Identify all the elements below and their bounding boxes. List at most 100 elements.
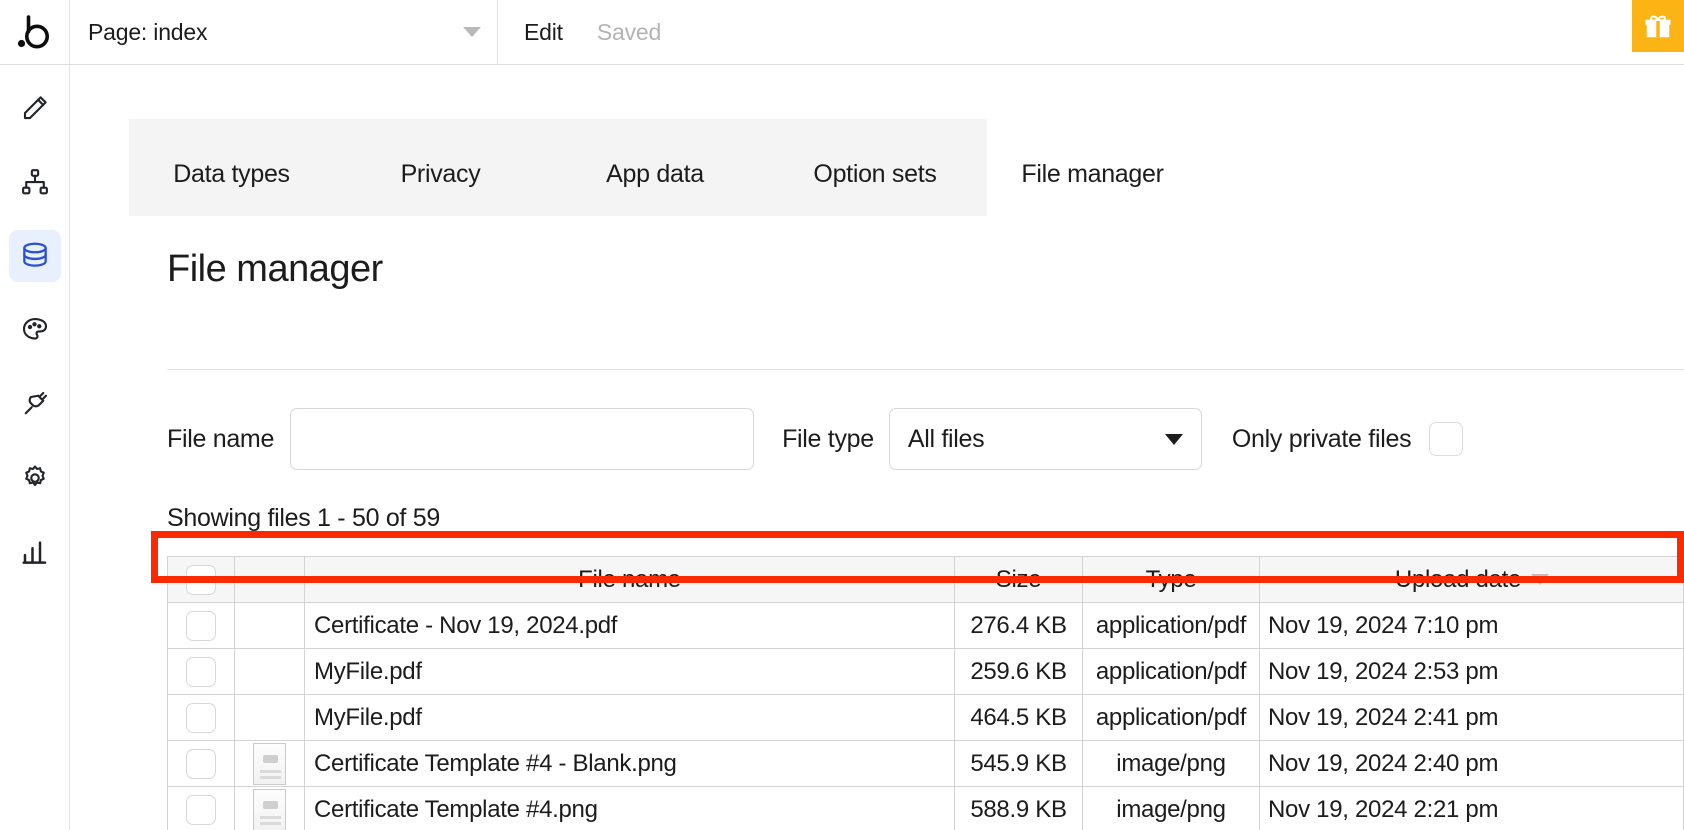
gift-button[interactable] [1632, 0, 1684, 52]
gear-icon [20, 463, 50, 493]
top-bar: Page: index Edit Saved [0, 0, 1684, 65]
title-divider [167, 369, 1684, 370]
topbar-actions: Edit Saved [498, 0, 1684, 64]
row-checkbox[interactable] [186, 749, 216, 779]
row-checkbox[interactable] [186, 657, 216, 687]
sidebar-item-logs[interactable] [9, 526, 61, 578]
row-upload-date: Nov 19, 2024 2:21 pm [1260, 787, 1684, 830]
column-header-upload-date-label: Upload date [1395, 566, 1521, 594]
row-select-cell [168, 787, 235, 830]
content-area: Data types Privacy App data Option sets … [71, 65, 1684, 830]
left-rail [0, 65, 70, 830]
row-thumbnail-cell [235, 603, 305, 648]
sort-descending-icon [1531, 574, 1549, 585]
file-thumbnail-icon [253, 743, 286, 785]
tab-data-types[interactable]: Data types [129, 119, 334, 216]
row-file-name[interactable]: MyFile.pdf [305, 695, 955, 740]
sidebar-item-plugins[interactable] [9, 378, 61, 430]
database-icon [19, 240, 51, 272]
file-table: File name Size Type Upload date Certific… [167, 556, 1684, 830]
row-file-name[interactable]: MyFile.pdf [305, 649, 955, 694]
file-type-select[interactable]: All files [889, 408, 1202, 470]
table-row[interactable]: MyFile.pdf 464.5 KB application/pdf Nov … [168, 695, 1683, 741]
row-size: 259.6 KB [955, 649, 1083, 694]
only-private-files-checkbox[interactable] [1429, 422, 1463, 456]
row-checkbox[interactable] [186, 795, 216, 825]
file-name-input[interactable] [290, 408, 754, 470]
file-name-label: File name [167, 425, 274, 454]
bar-chart-icon [20, 537, 50, 567]
row-checkbox[interactable] [186, 611, 216, 641]
file-thumbnail-icon [253, 789, 286, 830]
row-upload-date: Nov 19, 2024 2:41 pm [1260, 695, 1684, 740]
edit-button[interactable]: Edit [524, 19, 563, 46]
page-title: File manager [167, 248, 383, 291]
table-row[interactable]: Certificate - Nov 19, 2024.pdf 276.4 KB … [168, 603, 1683, 649]
table-header-row: File name Size Type Upload date [168, 557, 1683, 603]
caret-down-icon [1165, 434, 1183, 445]
bubble-logo-icon [15, 12, 55, 52]
chevron-down-icon [463, 27, 481, 37]
tab-app-data[interactable]: App data [547, 119, 763, 216]
row-type: application/pdf [1083, 603, 1260, 648]
tab-privacy[interactable]: Privacy [334, 119, 547, 216]
page-selector[interactable]: Page: index [70, 0, 498, 64]
row-checkbox[interactable] [186, 703, 216, 733]
row-type: image/png [1083, 741, 1260, 786]
row-thumbnail-cell [235, 649, 305, 694]
pencil-icon [20, 93, 50, 123]
plug-icon [20, 389, 50, 419]
select-all-checkbox[interactable] [186, 565, 216, 595]
file-type-label: File type [782, 425, 874, 454]
palette-icon [20, 315, 50, 345]
row-select-cell [168, 649, 235, 694]
table-row[interactable]: Certificate Template #4 - Blank.png 545.… [168, 741, 1683, 787]
sidebar-item-workflow[interactable] [9, 156, 61, 208]
column-header-size[interactable]: Size [955, 557, 1083, 602]
column-header-file-name[interactable]: File name [305, 557, 955, 602]
row-type: application/pdf [1083, 695, 1260, 740]
page-selector-label: Page: index [88, 19, 463, 46]
row-type: image/png [1083, 787, 1260, 830]
row-upload-date: Nov 19, 2024 7:10 pm [1260, 603, 1684, 648]
only-private-files-label: Only private files [1232, 425, 1411, 454]
row-file-name[interactable]: Certificate - Nov 19, 2024.pdf [305, 603, 955, 648]
tabstrip: Data types Privacy App data Option sets … [129, 119, 1684, 216]
row-size: 276.4 KB [955, 603, 1083, 648]
row-thumbnail-cell [235, 787, 305, 830]
results-count-label: Showing files 1 - 50 of 59 [167, 504, 440, 533]
sidebar-item-settings[interactable] [9, 452, 61, 504]
row-size: 545.9 KB [955, 741, 1083, 786]
table-row[interactable]: Certificate Template #4.png 588.9 KB ima… [168, 787, 1683, 830]
row-thumbnail-cell [235, 695, 305, 740]
row-select-cell [168, 741, 235, 786]
row-file-name[interactable]: Certificate Template #4.png [305, 787, 955, 830]
thumbnail-header-cell [235, 557, 305, 602]
row-file-name[interactable]: Certificate Template #4 - Blank.png [305, 741, 955, 786]
filter-bar: File name File type All files Only priva… [167, 406, 1677, 472]
sidebar-item-data[interactable] [9, 230, 61, 282]
file-manager-panel: File manager File name File type All fil… [129, 216, 1684, 830]
gift-icon [1643, 11, 1673, 41]
save-status-label: Saved [597, 19, 661, 46]
sitemap-icon [20, 167, 50, 197]
row-upload-date: Nov 19, 2024 2:53 pm [1260, 649, 1684, 694]
row-select-cell [168, 695, 235, 740]
row-size: 464.5 KB [955, 695, 1083, 740]
sidebar-item-design[interactable] [9, 82, 61, 134]
file-type-value: All files [908, 425, 1165, 454]
row-upload-date: Nov 19, 2024 2:40 pm [1260, 741, 1684, 786]
row-size: 588.9 KB [955, 787, 1083, 830]
app-root: Page: index Edit Saved [0, 0, 1684, 830]
select-all-cell [168, 557, 235, 602]
tab-option-sets[interactable]: Option sets [763, 119, 987, 216]
tab-file-manager[interactable]: File manager [987, 119, 1198, 216]
row-thumbnail-cell [235, 741, 305, 786]
row-select-cell [168, 603, 235, 648]
table-row[interactable]: MyFile.pdf 259.6 KB application/pdf Nov … [168, 649, 1683, 695]
column-header-upload-date[interactable]: Upload date [1260, 557, 1684, 602]
app-logo[interactable] [0, 0, 70, 64]
sidebar-item-styles[interactable] [9, 304, 61, 356]
column-header-type[interactable]: Type [1083, 557, 1260, 602]
row-type: application/pdf [1083, 649, 1260, 694]
